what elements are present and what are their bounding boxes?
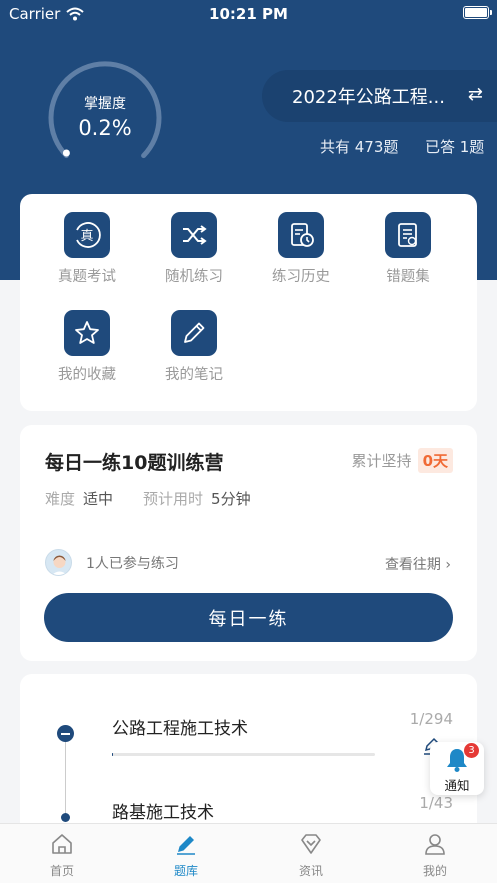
answered-count: 已答 1题: [425, 138, 485, 156]
avatar: [45, 549, 72, 576]
diamond-icon: [301, 834, 321, 854]
view-past-link[interactable]: 查看往期 ›: [385, 554, 451, 574]
tab-mine-label: 我的: [422, 864, 447, 878]
notification-label: 通知: [444, 778, 470, 793]
pencil-icon: [171, 310, 217, 356]
random-practice-label: 随机练习: [165, 269, 223, 285]
notification-badge: 3: [464, 743, 479, 758]
time-label: 预计用时: [143, 490, 204, 508]
pen-icon: [177, 836, 195, 855]
quick-actions-card: 真 真题考试 随机练习 练习历史 错题集 我的收藏 我的笔记: [20, 194, 477, 411]
mastery-value: 0.2%: [78, 116, 132, 140]
time-value: 5分钟: [211, 490, 251, 508]
real-exam-button[interactable]: 真 真题考试: [37, 212, 137, 286]
streak: 累计坚持 0天: [352, 448, 453, 473]
chapter-progress: 1/294: [409, 710, 453, 728]
daily-meta: 难度 适中 预计用时 5分钟: [45, 488, 251, 509]
shuffle-icon: [171, 212, 217, 258]
my-favorites-button[interactable]: 我的收藏: [37, 310, 137, 384]
total-count: 共有 473题: [320, 138, 399, 156]
collapse-icon[interactable]: [57, 725, 74, 742]
status-bar: Carrier 10:21 PM: [0, 0, 497, 28]
battery-icon: [463, 6, 492, 19]
wrong-questions-label: 错题集: [386, 269, 430, 285]
mastery-label: 掌握度: [84, 96, 126, 112]
wrong-questions-icon: [385, 212, 431, 258]
swap-arrows-icon: ⇄: [467, 84, 483, 105]
wrong-questions-button[interactable]: 错题集: [358, 212, 458, 286]
daily-title: 每日一练10题训练营: [45, 452, 224, 474]
practice-history-label: 练习历史: [272, 269, 330, 285]
tab-question-bank-label: 题库: [173, 864, 198, 878]
tree-node-dot: [61, 813, 70, 822]
history-icon: [278, 212, 324, 258]
my-notes-button[interactable]: 我的笔记: [144, 310, 244, 384]
my-notes-label: 我的笔记: [165, 367, 223, 383]
tab-mine[interactable]: 我的: [395, 832, 475, 879]
clock: 10:21 PM: [209, 5, 288, 23]
user-icon: [425, 834, 445, 855]
my-favorites-label: 我的收藏: [58, 367, 116, 383]
chapter-progress-bar: [112, 753, 375, 756]
real-exam-icon: 真: [64, 212, 110, 258]
difficulty-label: 难度: [45, 490, 76, 508]
participants-text: 1人已参与练习: [86, 555, 179, 572]
participants: 1人已参与练习: [45, 549, 179, 576]
tab-news[interactable]: 资讯: [271, 832, 351, 879]
svg-text:真: 真: [80, 229, 93, 244]
tab-question-bank[interactable]: 题库: [146, 832, 226, 879]
chapter-name[interactable]: 公路工程施工技术: [112, 714, 248, 739]
tab-home-label: 首页: [49, 864, 74, 878]
random-practice-button[interactable]: 随机练习: [144, 212, 244, 286]
streak-label: 累计坚持: [351, 452, 412, 470]
real-exam-label: 真题考试: [58, 269, 116, 285]
tab-bar: 首页 题库 资讯 我的: [0, 823, 497, 883]
subject-name: 2022年公路工程...: [292, 87, 445, 108]
daily-practice-button[interactable]: 每日一练: [44, 593, 453, 642]
star-icon: [64, 310, 110, 356]
streak-badge: 0天: [417, 448, 453, 473]
notification-button[interactable]: 3 通知: [430, 742, 484, 795]
subchapter-name[interactable]: 路基施工技术: [112, 798, 214, 823]
daily-practice-card: 每日一练10题训练营 累计坚持 0天 难度 适中 预计用时 5分钟 1人已参与练…: [20, 425, 477, 661]
subject-switcher[interactable]: 2022年公路工程... ⇄: [262, 70, 497, 122]
subchapter-progress: 1/43: [419, 794, 453, 812]
practice-history-button[interactable]: 练习历史: [251, 212, 351, 286]
tab-news-label: 资讯: [298, 864, 323, 878]
tree-connector: [65, 734, 66, 818]
home-icon: [52, 834, 72, 854]
mastery-gauge: 掌握度 0.2%: [46, 58, 164, 176]
tab-home[interactable]: 首页: [22, 832, 102, 879]
difficulty-value: 适中: [83, 490, 114, 508]
